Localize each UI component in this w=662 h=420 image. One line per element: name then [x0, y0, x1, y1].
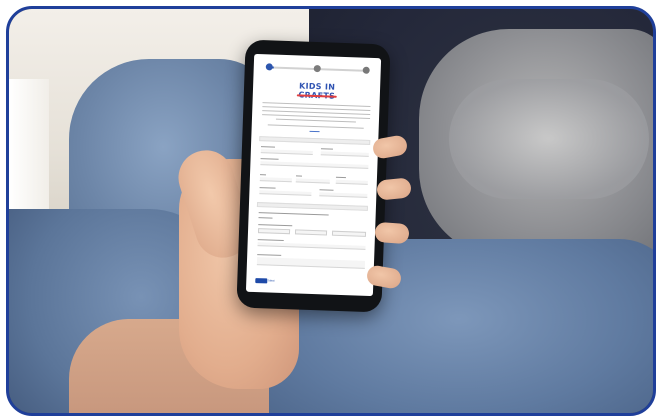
progress-bar	[265, 63, 370, 74]
pillow-highlight	[449, 79, 649, 199]
intro-text-line	[275, 118, 356, 123]
intro-link[interactable]	[309, 130, 320, 133]
last-name-input[interactable]	[320, 151, 369, 157]
phone-screen: KIDS IN CRAFTS	[245, 53, 382, 297]
progress-step-2	[313, 64, 321, 73]
radio-options[interactable]	[258, 217, 273, 219]
field-label	[259, 174, 267, 176]
zip-input[interactable]	[335, 179, 368, 185]
photo-frame: KIDS IN CRAFTS	[6, 6, 656, 416]
finger	[374, 221, 410, 245]
intro-text-line	[267, 124, 364, 130]
field-label	[258, 224, 293, 227]
section-header	[259, 136, 371, 145]
state-input[interactable]	[295, 178, 330, 184]
progress-step-1	[265, 63, 273, 71]
option-button[interactable]	[294, 229, 328, 236]
field-label	[259, 187, 276, 190]
email-input[interactable]	[260, 161, 369, 169]
first-name-input[interactable]	[260, 149, 313, 155]
phone-input[interactable]	[259, 190, 312, 196]
field-label	[257, 254, 282, 257]
option-button[interactable]	[331, 230, 367, 237]
progress-step-3	[362, 66, 370, 74]
text-input[interactable]	[257, 242, 366, 250]
section-header	[256, 202, 368, 211]
next-button-label: Next	[268, 278, 275, 283]
city-input[interactable]	[259, 177, 292, 183]
question-label	[258, 212, 329, 216]
next-button[interactable]	[255, 278, 268, 284]
field-label	[257, 239, 284, 242]
field-label	[260, 146, 276, 149]
option-button[interactable]	[257, 228, 291, 235]
field-label	[260, 158, 279, 161]
field-label	[319, 189, 334, 192]
textarea-input[interactable]	[256, 257, 366, 269]
phone-number-input[interactable]	[319, 192, 368, 198]
field-label	[335, 176, 346, 179]
field-label	[295, 175, 303, 177]
field-label	[320, 148, 333, 151]
